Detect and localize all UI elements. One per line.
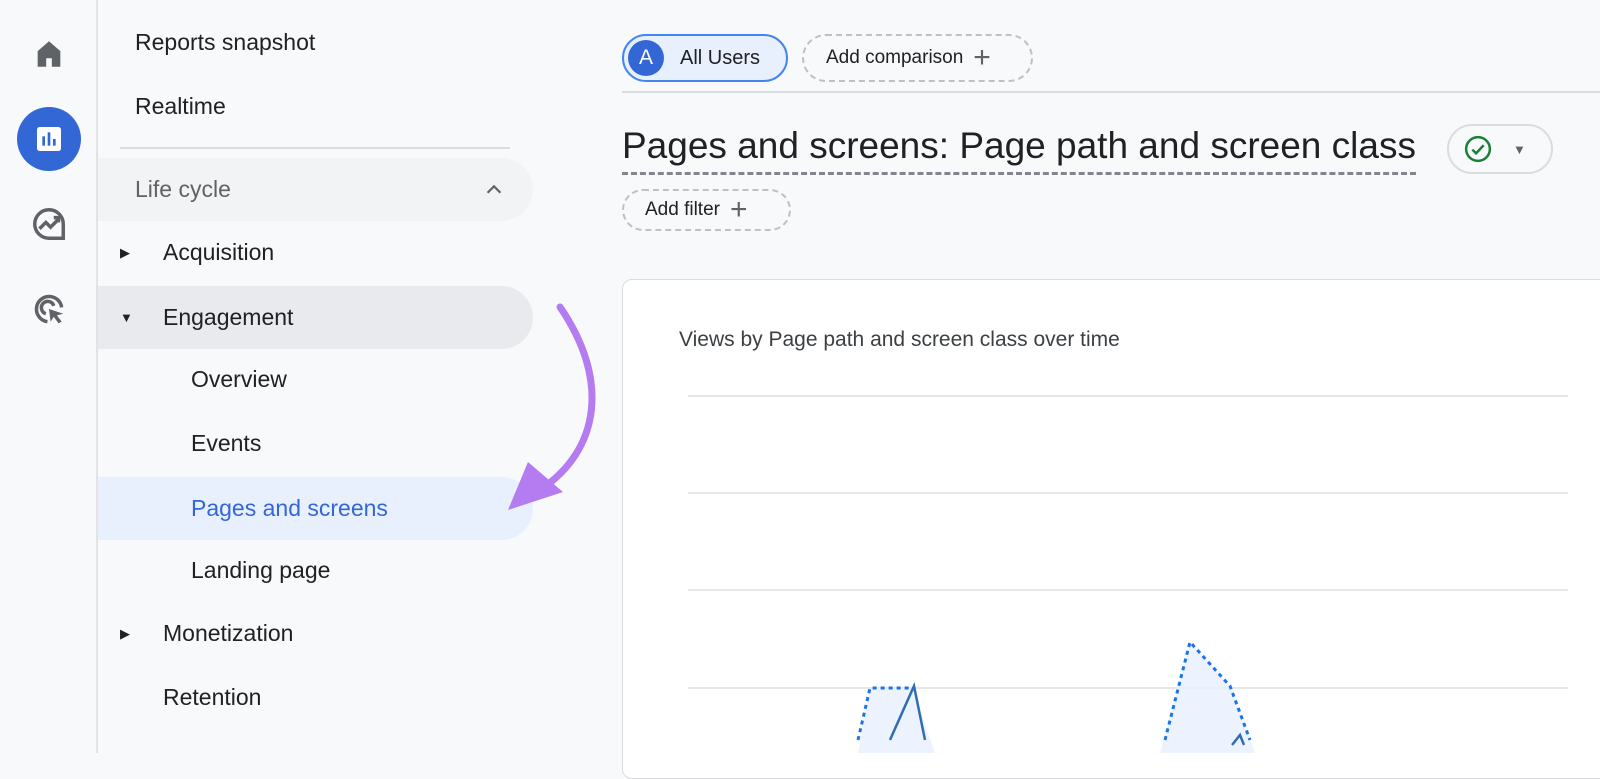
chart-plot [508,303,1568,753]
annotation-arrow [536,303,596,494]
series-area [858,688,935,753]
arrow-head-icon [508,462,563,510]
